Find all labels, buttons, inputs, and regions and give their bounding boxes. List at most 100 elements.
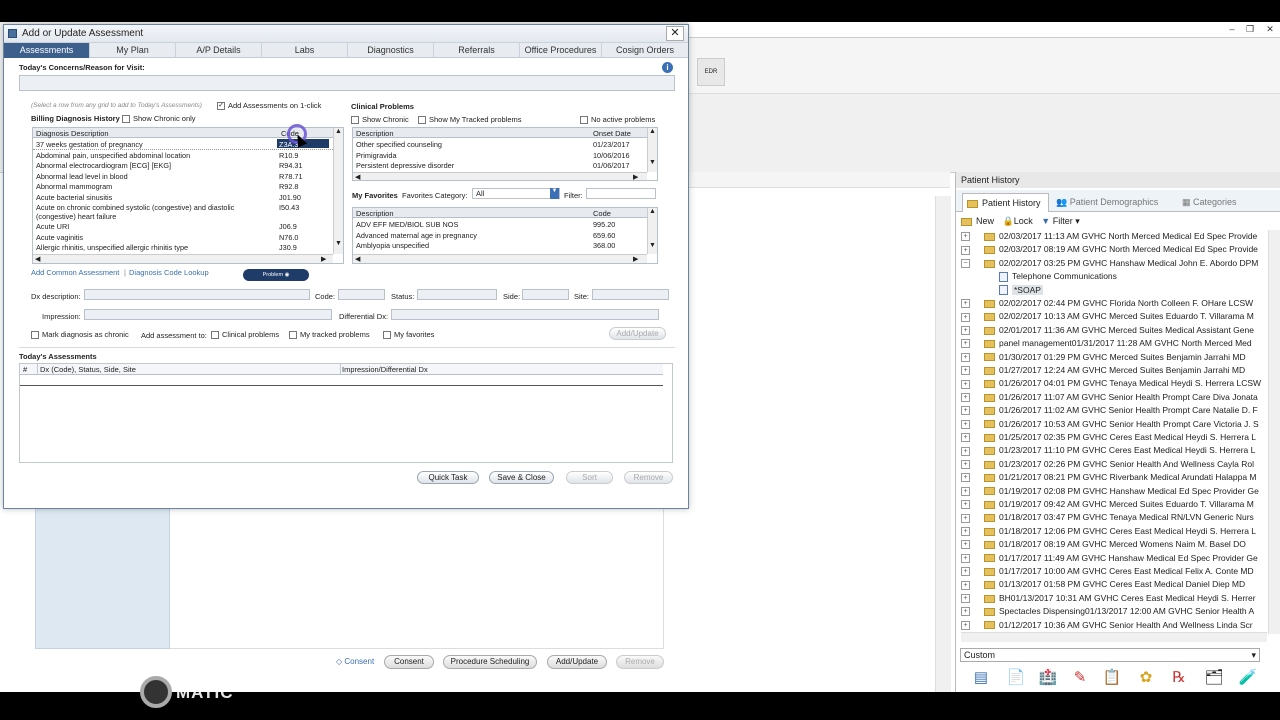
favorites-category-select[interactable]: All ▼ (472, 188, 560, 199)
history-item[interactable]: +01/18/2017 12:06 PM GVHC Ceres East Med… (961, 525, 1256, 538)
add-common-assessment-link[interactable]: Add Common Assessment (31, 268, 119, 277)
add-update-procedure-button[interactable]: Add/Update (547, 655, 607, 669)
history-item[interactable]: Telephone Communications (999, 270, 1117, 283)
history-item[interactable]: +01/18/2017 03:47 PM GVHC Tenaya Medical… (961, 511, 1254, 524)
save-close-button[interactable]: Save & Close (489, 471, 554, 484)
expand-icon[interactable]: + (961, 406, 970, 416)
history-item[interactable]: +01/25/2017 02:35 PM GVHC Ceres East Med… (961, 431, 1256, 444)
billing-row[interactable]: Acute on chronic combined systolic (cong… (33, 202, 333, 212)
history-item[interactable]: +01/19/2017 02:08 PM GVHC Hanshaw Medica… (961, 485, 1259, 498)
clipboard-icon[interactable]: 📋 (1102, 668, 1122, 688)
expand-icon[interactable]: + (961, 326, 970, 336)
history-item[interactable]: +01/27/2017 12:24 AM GVHC Merced Suites … (961, 364, 1245, 377)
tab-diagnostics[interactable]: Diagnostics (348, 43, 434, 58)
expand-icon[interactable]: + (961, 446, 970, 456)
app-close-icon[interactable]: ✕ (1262, 24, 1278, 35)
lock-button[interactable]: 🔒Lock (1003, 216, 1033, 226)
billing-row[interactable]: Abdominal pain, unspecified abdominal lo… (33, 150, 333, 161)
col-onset-date[interactable]: Onset Date (593, 129, 631, 138)
clinical-row[interactable]: Persistent depressive disorder 01/06/2017 (353, 160, 647, 171)
lab-tube-icon[interactable]: 🧪 (1238, 668, 1258, 688)
expand-icon[interactable]: + (961, 419, 970, 429)
procedure-scheduling-button[interactable]: Procedure Scheduling (443, 655, 537, 669)
history-vertical-scrollbar[interactable] (1268, 230, 1280, 634)
favorites-vertical-scrollbar[interactable]: ▲ ▼ (647, 208, 657, 254)
col-diagnosis-description[interactable]: Diagnosis Description (36, 129, 109, 138)
history-item[interactable]: +01/18/2017 08:19 AM GVHC Merced Womens … (961, 538, 1246, 551)
add-update-button[interactable]: Add/Update (609, 327, 666, 340)
favorites-horizontal-scrollbar[interactable]: ◀ ▶ (353, 254, 647, 263)
history-item[interactable]: *SOAP (999, 284, 1043, 297)
add-to-tracked-checkbox[interactable]: My tracked problems (289, 330, 370, 340)
tab-patient-demographics[interactable]: 👥 Patient Demographics (1052, 193, 1174, 212)
history-item[interactable]: +01/17/2017 11:49 AM GVHC Hanshaw Medica… (961, 552, 1258, 565)
todays-assessments-grid[interactable]: # Dx (Code), Status, Side, Site Impressi… (19, 363, 673, 463)
history-item[interactable]: +01/12/2017 10:36 AM GVHC Senior Health … (961, 619, 1253, 630)
history-item[interactable]: +01/23/2017 02:26 PM GVHC Senior Health … (961, 458, 1254, 471)
show-chronic-only-checkbox[interactable]: Show Chronic only (122, 114, 196, 124)
tab-categories[interactable]: ▦ Categories (1178, 193, 1248, 212)
expand-icon[interactable]: + (961, 513, 970, 523)
tab-assessments[interactable]: Assessments (4, 43, 90, 58)
side-field[interactable] (522, 289, 569, 300)
history-item[interactable]: +01/26/2017 11:02 AM GVHC Senior Health … (961, 404, 1258, 417)
tab-patient-history[interactable]: Patient History (962, 193, 1049, 212)
mark-chronic-checkbox[interactable]: Mark diagnosis as chronic (31, 330, 129, 340)
col-number[interactable]: # (23, 365, 27, 374)
favorite-row[interactable]: Advanced maternal age in pregnancy 659.60 (353, 230, 647, 241)
favorites-filter-input[interactable] (586, 188, 656, 199)
add-to-favorites-checkbox[interactable]: My favorites (383, 330, 434, 340)
info-icon[interactable]: i (662, 62, 673, 73)
expand-icon[interactable]: + (961, 366, 970, 376)
status-field[interactable] (417, 289, 497, 300)
history-item[interactable]: +01/13/2017 01:58 PM GVHC Ceres East Med… (961, 578, 1245, 591)
minimize-icon[interactable]: – (1224, 24, 1240, 35)
favorite-row[interactable]: ADV EFF MED/BIOL SUB NOS 995.20 (353, 219, 647, 230)
expand-icon[interactable]: + (961, 339, 970, 349)
col-impression[interactable]: Impression/Differential Dx (342, 365, 428, 374)
history-item[interactable]: +01/26/2017 04:01 PM GVHC Tenaya Medical… (961, 377, 1261, 390)
consent-link[interactable]: ◇ Consent (336, 657, 374, 666)
remove-button[interactable]: Remove (624, 471, 673, 484)
expand-icon[interactable]: + (961, 580, 970, 590)
favorite-row[interactable]: Amblyopia unspecified 368.00 (353, 240, 647, 251)
list-icon[interactable]: ▤ (971, 668, 991, 688)
tab-cosign-orders[interactable]: Cosign Orders (602, 43, 688, 58)
expand-icon[interactable]: + (961, 379, 970, 389)
history-item[interactable]: +01/23/2017 11:10 PM GVHC Ceres East Med… (961, 444, 1255, 457)
expand-icon[interactable]: + (961, 393, 970, 403)
sort-button[interactable]: Sort (566, 471, 613, 484)
history-horizontal-scrollbar[interactable] (961, 632, 1267, 642)
dx-description-field[interactable] (84, 289, 310, 300)
history-item[interactable]: +02/02/2017 10:13 AM GVHC Merced Suites … (961, 310, 1254, 323)
history-item[interactable]: +01/26/2017 10:53 AM GVHC Senior Health … (961, 418, 1259, 431)
expand-icon[interactable]: + (961, 312, 970, 322)
edit-icon[interactable]: ✎ (1070, 668, 1090, 688)
document-icon[interactable]: 📄 (1006, 668, 1026, 688)
tab-labs[interactable]: Labs (262, 43, 348, 58)
clinical-row[interactable]: Other specified counseling 01/23/2017 (353, 139, 647, 150)
history-item[interactable]: +02/02/2017 02:44 PM GVHC Florida North … (961, 297, 1253, 310)
billing-row[interactable]: (congestive) heart failure (33, 211, 333, 222)
clinical-row[interactable]: Primigravida 10/06/2016 (353, 150, 647, 161)
expand-icon[interactable]: + (961, 620, 970, 630)
files-icon[interactable]: 🗂 (1204, 668, 1224, 688)
expand-icon[interactable]: + (961, 594, 970, 604)
expand-icon[interactable]: + (961, 607, 970, 617)
billing-vertical-scrollbar[interactable]: ▲ ▼ (333, 128, 343, 254)
billing-horizontal-scrollbar[interactable]: ◀ ▶ (33, 254, 333, 263)
favorites-grid[interactable]: Description Code ADV EFF MED/BIOL SUB NO… (352, 207, 658, 264)
billing-row[interactable]: Acute vaginitis N76.0 (33, 232, 333, 243)
expand-icon[interactable]: + (961, 460, 970, 470)
site-field[interactable] (592, 289, 669, 300)
prescription-icon[interactable]: ℞ (1169, 668, 1189, 688)
col-description[interactable]: Description (356, 129, 394, 138)
expand-icon[interactable]: + (961, 553, 970, 563)
filter-button[interactable]: ▼ Filter ▾ (1041, 216, 1079, 226)
history-item[interactable]: +02/03/2017 11:13 AM GVHC North Merced M… (961, 230, 1257, 243)
expand-icon[interactable]: + (961, 433, 970, 443)
expand-icon[interactable]: + (961, 527, 970, 537)
history-item[interactable]: + BH01/13/2017 10:31 AM GVHC Ceres East M… (961, 592, 1256, 605)
expand-icon[interactable]: + (961, 245, 970, 255)
expand-icon[interactable]: + (961, 352, 970, 362)
